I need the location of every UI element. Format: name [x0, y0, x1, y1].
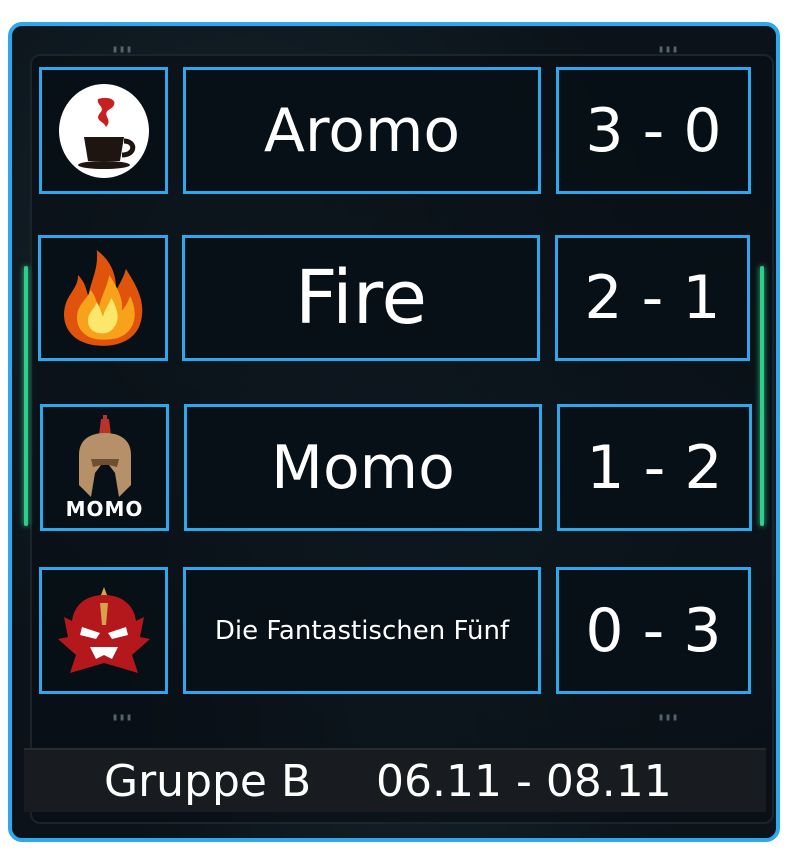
- momo-logo-text: MOMO: [65, 496, 144, 521]
- bottom-left-grip: ▮▮▮: [112, 712, 134, 723]
- footer-bar: Gruppe B 06.11 - 08.11: [24, 748, 766, 812]
- team-logo-cell: MOMO: [40, 404, 169, 531]
- date-range: 06.11 - 08.11: [376, 756, 672, 807]
- group-label: Gruppe B: [104, 756, 312, 807]
- top-left-grip: ▮▮▮: [112, 44, 134, 55]
- spartan-helmet-icon: [78, 414, 131, 497]
- flame-icon: [64, 250, 143, 346]
- team-name: Momo: [184, 404, 542, 531]
- team-logo-cell: [38, 235, 168, 361]
- bottom-right-grip: ▮▮▮: [658, 712, 680, 723]
- coffee-cup-icon: [58, 83, 149, 178]
- team-name: Fire: [182, 235, 540, 361]
- team-score: 3 - 0: [556, 67, 751, 194]
- team-score: 0 - 3: [556, 567, 751, 694]
- right-light-strip: [760, 266, 764, 526]
- team-name: Die Fantastischen Fünf: [183, 567, 541, 694]
- red-demon-mask-icon: [57, 586, 150, 673]
- team-name: Aromo: [183, 67, 541, 194]
- team-score: 2 - 1: [555, 235, 750, 361]
- team-score: 1 - 2: [557, 404, 752, 531]
- team-logo-cell: [39, 67, 168, 194]
- left-light-strip: [24, 266, 28, 526]
- top-right-grip: ▮▮▮: [658, 44, 680, 55]
- team-logo-cell: [39, 567, 168, 694]
